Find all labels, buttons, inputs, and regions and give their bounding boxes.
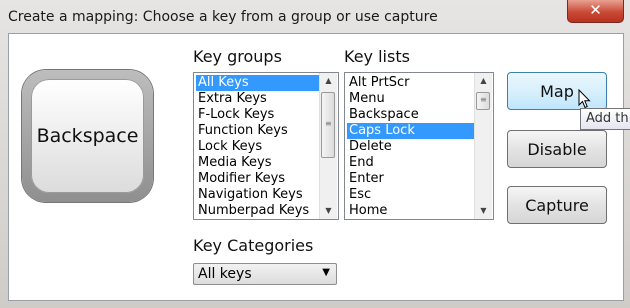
key-group-item[interactable]: Media Keys (196, 155, 323, 171)
key-list-item[interactable]: End (347, 155, 478, 171)
key-lists-listbox[interactable]: Alt PrtScr Menu Backspace Caps Lock Delete En… (344, 72, 494, 220)
scroll-thumb[interactable]: ≡ (321, 92, 335, 158)
key-lists-scrollbar[interactable]: ▲ ≡ ▼ (474, 73, 492, 219)
key-list-item[interactable]: Delete (347, 139, 478, 155)
title-bar[interactable]: Create a mapping: Choose a key from a gr… (0, 0, 630, 32)
key-group-item[interactable]: Numberpad Keys (196, 203, 323, 219)
map-button[interactable]: Map (507, 72, 607, 110)
key-group-item[interactable]: Function Keys (196, 123, 323, 139)
key-group-item[interactable]: Extra Keys (196, 91, 323, 107)
key-cap: Backspace (31, 79, 144, 193)
chevron-down-icon: ▼ (322, 267, 330, 278)
key-list-item[interactable]: Esc (347, 187, 478, 203)
key-list-item[interactable]: Menu (347, 91, 478, 107)
key-categories-heading: Key Categories (193, 236, 314, 255)
key-preview-label: Backspace (36, 125, 139, 147)
grip-icon: ≡ (480, 95, 487, 104)
key-list-item[interactable]: Home (347, 203, 478, 219)
key-list-item[interactable]: Caps Lock (347, 123, 478, 139)
map-tooltip: Add th (580, 108, 630, 130)
dialog-window: Create a mapping: Choose a key from a gr… (0, 0, 630, 308)
mouse-cursor-icon (578, 89, 591, 109)
key-group-item[interactable]: Navigation Keys (196, 187, 323, 203)
scroll-down-icon[interactable]: ▼ (320, 203, 337, 219)
key-categories-value: All keys (198, 266, 252, 282)
scroll-up-icon[interactable]: ▲ (475, 73, 492, 89)
disable-button[interactable]: Disable (507, 130, 607, 168)
scroll-up-icon[interactable]: ▲ (320, 73, 337, 89)
scroll-thumb[interactable]: ≡ (476, 92, 490, 110)
key-group-item[interactable]: Lock Keys (196, 139, 323, 155)
capture-button[interactable]: Capture (507, 186, 607, 224)
key-list-item[interactable]: Alt PrtScr (347, 75, 478, 91)
key-lists-heading: Key lists (344, 47, 410, 66)
key-list-item[interactable]: Enter (347, 171, 478, 187)
key-groups-heading: Key groups (193, 47, 282, 66)
grip-icon: ≡ (325, 119, 332, 128)
key-categories-select[interactable]: All keys ▼ (193, 263, 337, 285)
key-group-item[interactable]: Modifier Keys (196, 171, 323, 187)
key-list-item[interactable]: Backspace (347, 107, 478, 123)
key-group-item[interactable]: All Keys (196, 75, 323, 91)
key-groups-listbox[interactable]: All Keys Extra Keys F-Lock Keys Function Ke… (193, 72, 339, 220)
close-icon: ✕ (589, 1, 602, 19)
close-button[interactable]: ✕ (567, 0, 624, 23)
key-group-item[interactable]: F-Lock Keys (196, 107, 323, 123)
scroll-down-icon[interactable]: ▼ (475, 203, 492, 219)
dialog-body: Backspace Key groups All Keys Extra Keys F… (8, 33, 624, 301)
window-title: Create a mapping: Choose a key from a gr… (8, 9, 438, 25)
key-preview: Backspace (22, 70, 153, 202)
key-groups-scrollbar[interactable]: ▲ ≡ ▼ (319, 73, 337, 219)
